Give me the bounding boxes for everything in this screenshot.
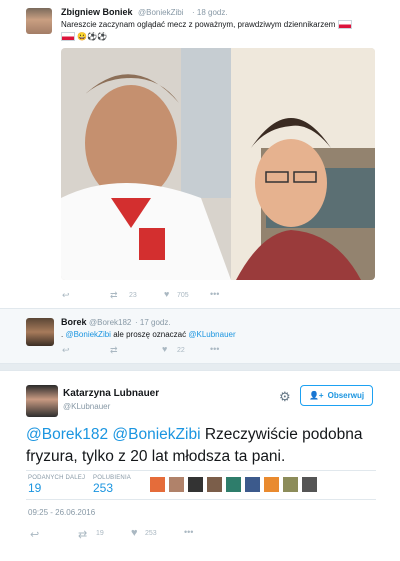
tweet-emoji-line: 😀⚽⚽ [61, 31, 107, 42]
like-count: 22 [177, 347, 185, 354]
more-icon[interactable]: ••• [184, 527, 193, 537]
author-handle[interactable]: @KLubnauer [63, 402, 110, 411]
like-icon[interactable]: ♥ [131, 527, 138, 539]
poland-flag-icon-2 [61, 32, 75, 42]
tweet-timestamp[interactable]: 09:25 - 26.06.2016 [28, 508, 95, 517]
mention-link[interactable]: @BoniekZibi [65, 330, 110, 339]
retweet-icon[interactable]: ⇄ [78, 528, 87, 541]
author-name[interactable]: Zbigniew Boniek [61, 7, 133, 17]
tweet-text-middle: ale proszę oznaczać [113, 330, 187, 339]
tweet-text: . @BoniekZibi ale proszę oznaczać @KLubn… [61, 329, 391, 340]
follow-button[interactable]: 👤+ Obserwuj [300, 385, 373, 406]
tweet-text-content: Nareszcie zaczynam oglądać mecz z poważn… [61, 20, 336, 29]
tweet-borek: Borek @Borek182 · 17 godz. . @BoniekZibi… [0, 309, 400, 364]
mention-link[interactable]: @Borek182 [26, 426, 108, 443]
reply-icon[interactable]: ↩ [30, 528, 39, 541]
like-stat-value: 253 [93, 481, 114, 495]
tweet-text: Nareszcie zaczynam oglądać mecz z poważn… [61, 19, 391, 30]
add-user-icon: 👤+ [308, 391, 324, 400]
retweet-stat[interactable]: PODANYCH DALEJ 19 [28, 475, 85, 495]
like-icon[interactable]: ♥ [162, 344, 167, 354]
more-icon[interactable]: ••• [210, 289, 219, 299]
reply-icon[interactable]: ↩ [62, 345, 70, 356]
more-icon[interactable]: ••• [210, 344, 219, 354]
tweet-main-text: @Borek182 @BoniekZibi Rzeczywiście podob… [26, 424, 386, 468]
like-count: 705 [177, 292, 189, 299]
like-stat[interactable]: POLUBIENIA 253 [93, 475, 131, 495]
gear-icon[interactable]: ⚙ [279, 389, 291, 405]
retweet-icon[interactable]: ⇄ [110, 290, 118, 301]
emoji-row: 😀⚽⚽ [77, 32, 108, 41]
like-icon[interactable]: ♥ [164, 289, 169, 299]
author-handle[interactable]: @Borek182 [89, 318, 131, 327]
reply-icon[interactable]: ↩ [62, 290, 70, 301]
avatar-boniek[interactable] [26, 8, 52, 34]
follow-label: Obserwuj [327, 391, 365, 400]
author-handle[interactable]: @BoniekZibi [138, 8, 183, 17]
retweet-stat-value: 19 [28, 481, 42, 495]
tweet-boniek: Zbigniew Boniek @BoniekZibi · 18 godz. N… [0, 0, 400, 309]
author-name[interactable]: Borek [61, 317, 87, 327]
author-name[interactable]: Katarzyna Lubnauer [63, 388, 159, 399]
retweet-count: 19 [96, 530, 104, 537]
retweet-icon[interactable]: ⇄ [110, 345, 118, 356]
avatar-borek[interactable] [26, 318, 54, 346]
like-count: 253 [145, 530, 157, 537]
selfie-photo [61, 48, 375, 280]
liker-avatar-strip [150, 477, 317, 492]
mention-link-2[interactable]: @BoniekZibi [112, 426, 200, 443]
tweet-time[interactable]: · 17 godz. [135, 318, 171, 327]
mention-link-2[interactable]: @KLubnauer [188, 330, 235, 339]
liker-avatars [150, 477, 340, 498]
tweet-prefix: . [61, 330, 64, 339]
retweet-count: 23 [129, 292, 137, 299]
avatar-lubnauer[interactable] [26, 385, 58, 417]
tweet-stats: PODANYCH DALEJ 19 POLUBIENIA 253 [26, 470, 376, 500]
tweet-photo[interactable] [61, 48, 375, 280]
tweet-time[interactable]: · 18 godz. [192, 8, 228, 17]
poland-flag-icon [337, 20, 352, 30]
